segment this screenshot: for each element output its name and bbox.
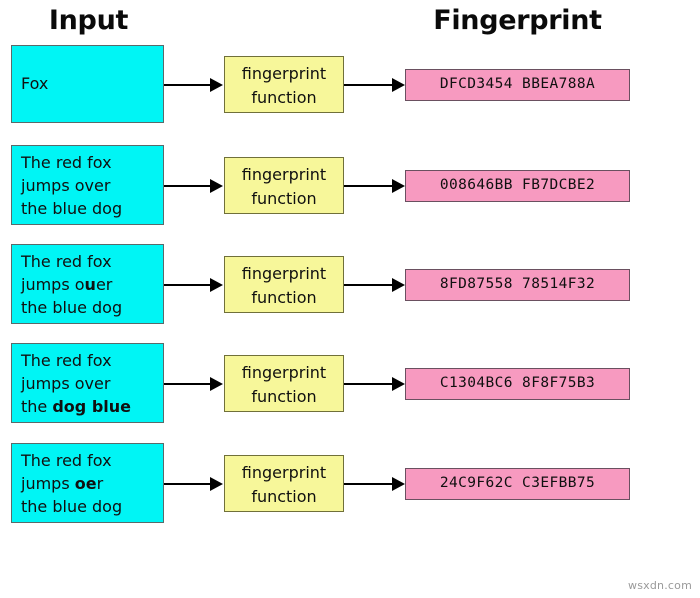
- column-header-fingerprint: Fingerprint: [433, 5, 602, 36]
- diagram-row: The red fox jumps over the dog blue finger…: [0, 343, 700, 427]
- arrow-shaft: [344, 185, 394, 187]
- arrow-function-to-output: [344, 377, 406, 391]
- fingerprint-output-box: 24C9F62C C3EFBB75: [405, 468, 630, 500]
- arrow-input-to-function: [164, 78, 224, 92]
- arrow-head: [392, 78, 405, 92]
- input-text-segment: The red fox: [21, 153, 112, 172]
- column-header-input: Input: [48, 5, 129, 36]
- arrow-shaft: [164, 84, 212, 86]
- input-text-highlight: dog blue: [52, 397, 131, 416]
- input-text-line: Fox: [21, 72, 163, 95]
- input-text-segment: Fox: [21, 74, 49, 93]
- arrow-shaft: [344, 383, 394, 385]
- input-text-line: the blue dog: [21, 495, 163, 518]
- fingerprint-function-box: fingerprint function: [224, 56, 344, 113]
- input-text-line: The red fox: [21, 250, 163, 273]
- diagram-row: The red fox jumps oer the blue dog fingerp…: [0, 443, 700, 527]
- diagram-row: The red fox jumps over the blue dog finger…: [0, 145, 700, 229]
- diagram-row: Fox fingerprint function DFCD3454 BBEA78…: [0, 45, 700, 123]
- input-text-line: The red fox: [21, 151, 163, 174]
- input-text-segment: The red fox: [21, 252, 112, 271]
- input-text-segment: jumps: [21, 474, 75, 493]
- fingerprint-output-box: C1304BC6 8F8F75B3: [405, 368, 630, 400]
- input-box: The red fox jumps over the blue dog: [11, 145, 164, 225]
- input-text-line: the blue dog: [21, 197, 163, 220]
- arrow-shaft: [164, 284, 212, 286]
- arrow-head: [210, 78, 223, 92]
- fingerprint-output-box: 8FD87558 78514F32: [405, 269, 630, 301]
- input-text-line: The red fox: [21, 449, 163, 472]
- input-text-line: jumps ouer: [21, 273, 163, 296]
- arrow-head: [392, 377, 405, 391]
- input-box: The red fox jumps ouer the blue dog: [11, 244, 164, 324]
- input-text-segment: the blue dog: [21, 199, 123, 218]
- input-text-segment: er: [95, 275, 113, 294]
- function-label-line1: fingerprint: [241, 264, 327, 283]
- fingerprint-function-box: fingerprint function: [224, 157, 344, 214]
- arrow-head: [392, 477, 405, 491]
- input-text-line: jumps over: [21, 174, 163, 197]
- fingerprint-function-box: fingerprint function: [224, 355, 344, 412]
- arrow-head: [392, 278, 405, 292]
- arrow-shaft: [344, 84, 394, 86]
- hash-function-diagram: Input Fingerprint Fox fingerprint functi…: [0, 0, 700, 598]
- input-text-line: jumps over: [21, 372, 163, 395]
- arrow-function-to-output: [344, 78, 406, 92]
- arrow-head: [210, 377, 223, 391]
- arrow-input-to-function: [164, 278, 224, 292]
- watermark: wsxdn.com: [628, 579, 692, 592]
- input-text-segment: jumps over: [21, 176, 111, 195]
- arrow-function-to-output: [344, 179, 406, 193]
- input-text-segment: The red fox: [21, 351, 112, 370]
- input-text-line: The red fox: [21, 349, 163, 372]
- input-text-segment: the blue dog: [21, 497, 123, 516]
- function-label-line1: fingerprint: [241, 64, 327, 83]
- arrow-shaft: [164, 383, 212, 385]
- fingerprint-function-box: fingerprint function: [224, 455, 344, 512]
- input-text-highlight: oe: [74, 474, 97, 493]
- function-label-line2: function: [251, 189, 317, 208]
- function-label-line1: fingerprint: [241, 165, 327, 184]
- input-box: Fox: [11, 45, 164, 123]
- arrow-shaft: [344, 483, 394, 485]
- input-text-line: the blue dog: [21, 296, 163, 319]
- arrow-shaft: [344, 284, 394, 286]
- input-text-segment: the blue dog: [21, 298, 123, 317]
- diagram-row: The red fox jumps ouer the blue dog finger…: [0, 244, 700, 328]
- arrow-head: [392, 179, 405, 193]
- input-text-line: the dog blue: [21, 395, 163, 418]
- arrow-shaft: [164, 185, 212, 187]
- fingerprint-output-box: DFCD3454 BBEA788A: [405, 69, 630, 101]
- arrow-input-to-function: [164, 179, 224, 193]
- input-text-segment: jumps o: [21, 275, 85, 294]
- fingerprint-output-box: 008646BB FB7DCBE2: [405, 170, 630, 202]
- function-label-line2: function: [251, 288, 317, 307]
- fingerprint-function-box: fingerprint function: [224, 256, 344, 313]
- function-label-line2: function: [251, 387, 317, 406]
- input-text-line: jumps oer: [21, 472, 163, 495]
- input-box: The red fox jumps oer the blue dog: [11, 443, 164, 523]
- arrow-shaft: [164, 483, 212, 485]
- function-label-line1: fingerprint: [241, 463, 327, 482]
- arrow-head: [210, 278, 223, 292]
- input-box: The red fox jumps over the dog blue: [11, 343, 164, 423]
- arrow-function-to-output: [344, 278, 406, 292]
- input-text-segment: jumps over: [21, 374, 111, 393]
- input-text-segment: r: [96, 474, 104, 493]
- function-label-line1: fingerprint: [241, 363, 327, 382]
- arrow-function-to-output: [344, 477, 406, 491]
- input-text-segment: The red fox: [21, 451, 112, 470]
- arrow-head: [210, 477, 223, 491]
- arrow-input-to-function: [164, 377, 224, 391]
- input-text-segment: the: [21, 397, 53, 416]
- input-text-highlight: u: [84, 275, 96, 294]
- function-label-line2: function: [251, 88, 317, 107]
- function-label-line2: function: [251, 487, 317, 506]
- arrow-input-to-function: [164, 477, 224, 491]
- arrow-head: [210, 179, 223, 193]
